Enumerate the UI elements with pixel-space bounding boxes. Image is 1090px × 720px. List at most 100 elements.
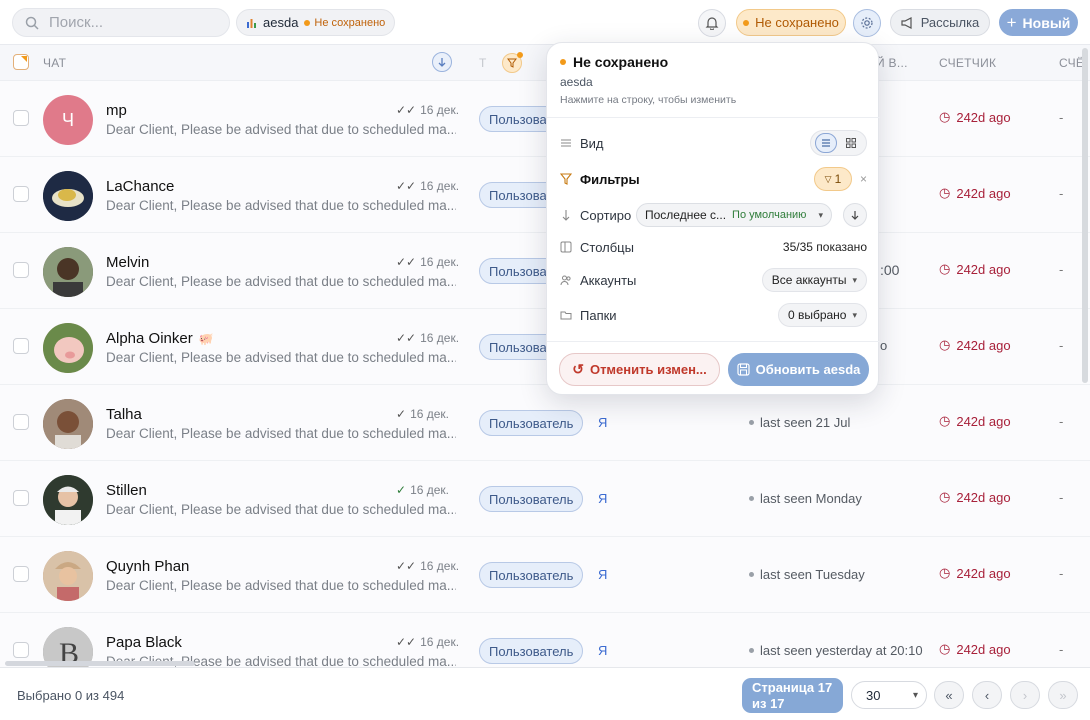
next-page-button[interactable]: › — [1010, 681, 1040, 709]
first-page-button[interactable]: « — [934, 681, 964, 709]
row-checkbox[interactable] — [13, 490, 29, 506]
empty-cell: - — [1059, 490, 1064, 505]
chat-name: Papa Black — [106, 634, 182, 651]
chevron-down-icon: ▾ — [852, 309, 857, 320]
mailing-label: Рассылка — [920, 15, 980, 30]
counter-cell: ◷ 242d ago — [939, 185, 1011, 201]
sort-direction-button[interactable] — [843, 203, 867, 227]
avatar-image — [43, 475, 93, 525]
folders-select[interactable]: 0 выбрано ▾ — [777, 303, 867, 327]
filter-column-button[interactable] — [502, 52, 523, 73]
row-checkbox[interactable] — [13, 642, 29, 658]
per-page-select[interactable]: 30 ▾ — [851, 681, 927, 709]
clock-icon: ◷ — [939, 413, 951, 428]
vertical-scrollbar[interactable] — [1082, 48, 1088, 383]
search-input[interactable] — [49, 14, 209, 31]
double-check-icon: ✓✓ — [396, 559, 417, 573]
chat-preview: Dear Client, Please be advised that due … — [106, 350, 456, 365]
column-chat[interactable]: ЧАТ — [43, 56, 66, 70]
sort-value: Последнее с... — [645, 208, 727, 222]
selection-count: Выбрано 0 из 494 — [17, 688, 125, 703]
grid-view-button[interactable] — [840, 133, 862, 153]
last-seen-text: :00 — [880, 262, 900, 278]
cancel-changes-button[interactable]: ↺ Отменить измен... — [559, 353, 720, 386]
list-view-button[interactable] — [815, 133, 838, 153]
grid-view-icon — [845, 138, 856, 148]
bell-icon — [705, 17, 719, 30]
unsaved-dot — [560, 59, 566, 65]
new-button[interactable]: + Новый — [999, 9, 1078, 36]
table-row[interactable]: LaChance ✓✓ 16 дек. Dear Client, Please b… — [0, 157, 1090, 233]
mailing-button[interactable]: Рассылка — [890, 9, 990, 36]
popup-row-folders[interactable]: Папки 0 выбрано ▾ — [560, 302, 867, 328]
table-row[interactable]: Alpha Oinker 🐖 ✓✓ 16 дек. Dear Client, Ple… — [0, 309, 1090, 385]
chat-time-text: 16 дек. — [420, 559, 460, 573]
table-row[interactable]: Quynh Phan ✓✓ 16 дек. Dear Client, Please… — [0, 537, 1090, 613]
empty-cell: - — [1059, 566, 1064, 581]
view-toggle[interactable] — [810, 130, 867, 156]
column-counter[interactable]: СЧЕТЧИК — [939, 56, 996, 70]
chat-time: ✓✓ 16 дек. — [396, 559, 459, 573]
row-checkbox[interactable] — [13, 414, 29, 430]
clock-icon: ◷ — [939, 261, 951, 276]
column-counter-2[interactable]: СЧЁ — [1059, 56, 1084, 70]
last-seen: o — [880, 338, 887, 353]
popup-row-filters[interactable]: Фильтры ▽ 1 × — [560, 166, 867, 192]
update-view-button[interactable]: Обновить aesda — [728, 353, 869, 386]
popup-row-accounts[interactable]: Аккаунты Все аккаунты ▾ — [560, 267, 867, 293]
row-checkbox[interactable] — [13, 338, 29, 354]
last-seen-text: last seen 21 Jul — [760, 415, 851, 430]
sort-label: Сортиро — [580, 207, 632, 223]
page-indicator[interactable]: Страница 17 из 17 — [742, 678, 843, 713]
unsaved-label: Не сохранено — [755, 15, 839, 30]
unsaved-indicator[interactable]: Не сохранено — [736, 9, 846, 36]
view-chip[interactable]: aesda Не сохранено — [236, 9, 396, 36]
last-seen-text: last seen yesterday at 20:10 — [760, 643, 923, 658]
table-row[interactable]: Melvin ✓✓ 16 дек. Dear Client, Please be … — [0, 233, 1090, 309]
chevron-down-icon: ▾ — [852, 274, 857, 285]
column-last-visit[interactable]: Й В... — [876, 56, 908, 70]
view-chip-status-text: Не сохранено — [314, 16, 386, 29]
row-checkbox[interactable] — [13, 566, 29, 582]
table-row[interactable]: Talha ✓ 16 дек. Dear Client, Please be ad… — [0, 385, 1090, 461]
clock-icon: ◷ — [939, 337, 951, 352]
popup-row-columns[interactable]: Столбцы 35/35 показано — [560, 234, 867, 260]
chevron-down-icon: ▾ — [818, 209, 823, 220]
counter-text: 242d ago — [956, 565, 1011, 581]
last-page-button[interactable]: » — [1048, 681, 1078, 709]
status-dot — [749, 420, 754, 425]
filters-count-badge[interactable]: ▽ 1 — [813, 167, 852, 191]
counter-cell: ◷ 242d ago — [939, 337, 1011, 353]
column-type[interactable]: Т — [479, 56, 487, 70]
notifications-button[interactable] — [698, 9, 726, 37]
select-all-checkbox[interactable] — [13, 54, 29, 70]
chat-name: LaChance — [106, 178, 174, 195]
empty-cell: - — [1059, 262, 1064, 277]
prev-page-button[interactable]: ‹ — [972, 681, 1002, 709]
popup-title: Не сохранено — [560, 54, 668, 70]
avatar — [43, 323, 93, 373]
double-check-icon: ✓✓ — [396, 635, 417, 649]
chat-time-text: 16 дек. — [420, 635, 460, 649]
table-row[interactable]: Stillen ✓ 16 дек. Dear Client, Please be … — [0, 461, 1090, 537]
popup-row-view[interactable]: Вид — [560, 130, 867, 156]
view-chip-status: Не сохранено — [304, 17, 385, 29]
avatar — [43, 399, 93, 449]
table-row[interactable]: Ч mp ✓✓ 16 дек. Dear Client, Please be ad… — [0, 81, 1090, 157]
accounts-label: Аккаунты — [580, 272, 637, 288]
sort-down-button[interactable] — [432, 52, 452, 72]
sort-select[interactable]: Последнее с... По умолчанию ▾ — [636, 203, 832, 227]
accounts-select[interactable]: Все аккаунты ▾ — [761, 268, 867, 292]
chart-icon — [247, 19, 256, 28]
clear-filters-icon[interactable]: × — [860, 172, 867, 186]
settings-button[interactable] — [853, 9, 881, 37]
popup-row-sort[interactable]: Сортиро Последнее с... По умолчанию ▾ — [560, 202, 867, 228]
row-checkbox[interactable] — [13, 110, 29, 126]
popup-view-name: aesda — [560, 75, 593, 89]
table-row[interactable]: B Papa Black ✓✓ 16 дек. Dear Client, Plea… — [0, 613, 1090, 667]
search-box[interactable] — [12, 8, 230, 37]
row-checkbox[interactable] — [13, 262, 29, 278]
check-icon: ✓ — [396, 407, 407, 421]
row-checkbox[interactable] — [13, 186, 29, 202]
horizontal-scrollbar[interactable] — [5, 661, 195, 666]
